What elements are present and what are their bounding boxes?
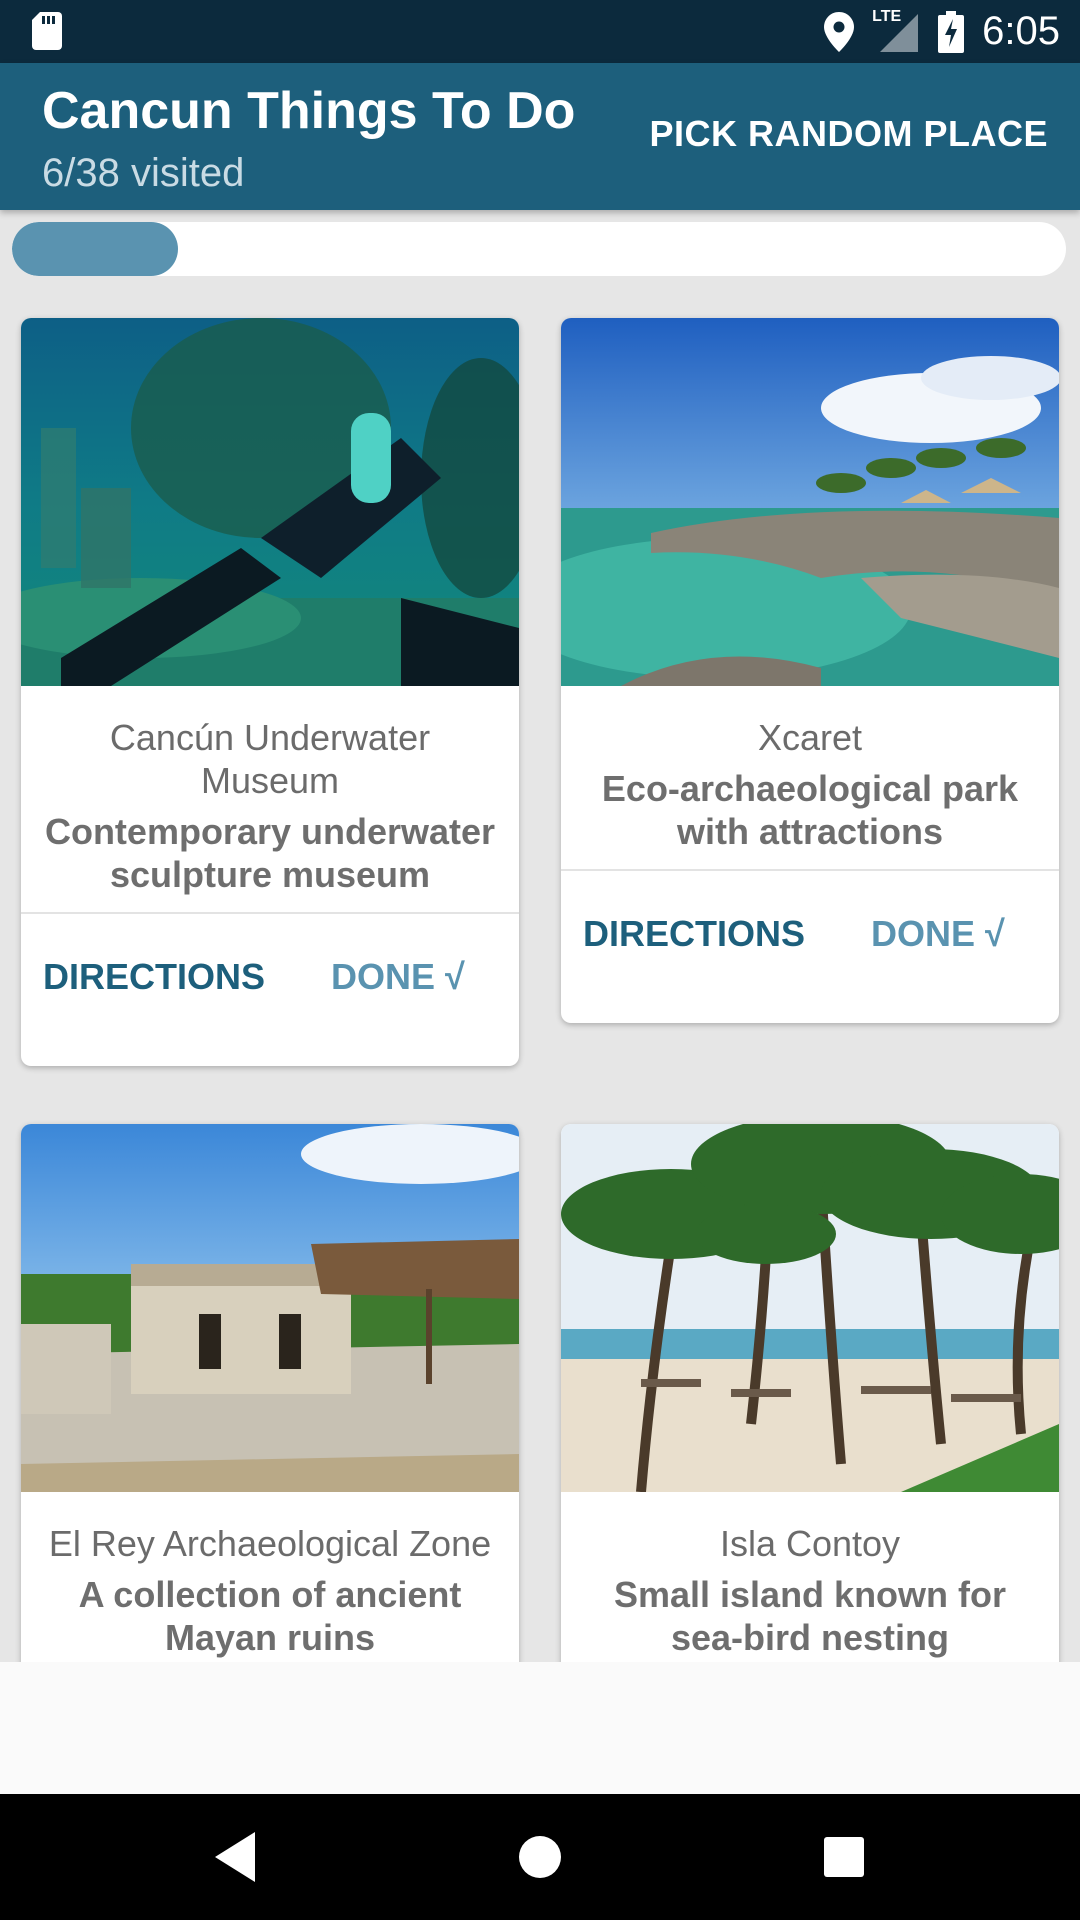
place-image-el-rey xyxy=(21,1124,519,1492)
place-card[interactable]: El Rey Archaeological Zone A collection … xyxy=(21,1124,519,1662)
home-icon[interactable] xyxy=(507,1824,573,1890)
visited-progress-bar xyxy=(12,222,1066,276)
clock: 6:05 xyxy=(982,9,1060,53)
recents-icon[interactable] xyxy=(811,1824,877,1890)
place-card[interactable]: Cancún Underwater Museum Contemporary un… xyxy=(21,318,519,1066)
battery-charging-icon xyxy=(938,10,965,53)
sd-card-icon xyxy=(32,12,62,50)
page-title: Cancun Things To Do xyxy=(42,82,576,140)
location-icon xyxy=(824,11,855,52)
place-info: Cancún Underwater Museum Contemporary un… xyxy=(21,686,519,914)
place-description: A collection of ancient Mayan ruins xyxy=(78,1574,462,1658)
done-button[interactable]: DONE √ xyxy=(331,956,465,998)
place-info: Xcaret Eco-archaeological park with attr… xyxy=(561,686,1059,871)
place-info: Isla Contoy Small island known for sea-b… xyxy=(561,1492,1059,1662)
directions-button[interactable]: DIRECTIONS xyxy=(43,956,265,998)
visited-count: 6/38 visited xyxy=(42,151,245,195)
place-name: El Rey Archaeological Zone xyxy=(48,1523,492,1564)
place-image-xcaret xyxy=(561,318,1059,686)
card-actions: DIRECTIONS DONE √ xyxy=(561,871,1059,1023)
done-button[interactable]: DONE √ xyxy=(871,913,1005,955)
status-icons: LTE 6:05 xyxy=(824,0,1060,63)
place-info: El Rey Archaeological Zone A collection … xyxy=(21,1492,519,1662)
place-image-underwater-museum xyxy=(21,318,519,686)
place-name: Isla Contoy xyxy=(719,1523,901,1564)
status-bar: LTE 6:05 xyxy=(0,0,1080,63)
card-actions: DIRECTIONS DONE √ xyxy=(21,914,519,1066)
app-bar: Cancun Things To Do 6/38 visited PICK RA… xyxy=(0,63,1080,210)
place-card[interactable]: Xcaret Eco-archaeological park with attr… xyxy=(561,318,1059,1023)
place-name: Xcaret xyxy=(757,717,863,758)
place-description: Contemporary underwater sculpture museum xyxy=(44,811,496,895)
places-grid: Cancún Underwater Museum Contemporary un… xyxy=(0,290,1080,1662)
place-name: Cancún Underwater Museum xyxy=(109,717,431,801)
place-description: Eco-archaeological park with attractions xyxy=(601,768,1019,852)
bottom-panel xyxy=(0,1662,1080,1794)
place-image-isla-contoy xyxy=(561,1124,1059,1492)
back-icon[interactable] xyxy=(203,1824,269,1890)
system-nav-bar xyxy=(0,1794,1080,1920)
pick-random-place-button[interactable]: PICK RANDOM PLACE xyxy=(649,113,1048,155)
place-card[interactable]: Isla Contoy Small island known for sea-b… xyxy=(561,1124,1059,1662)
directions-button[interactable]: DIRECTIONS xyxy=(583,913,805,955)
signal-icon: LTE xyxy=(872,8,920,54)
visited-progress-fill xyxy=(12,222,179,276)
place-description: Small island known for sea-bird nesting xyxy=(613,1574,1007,1658)
